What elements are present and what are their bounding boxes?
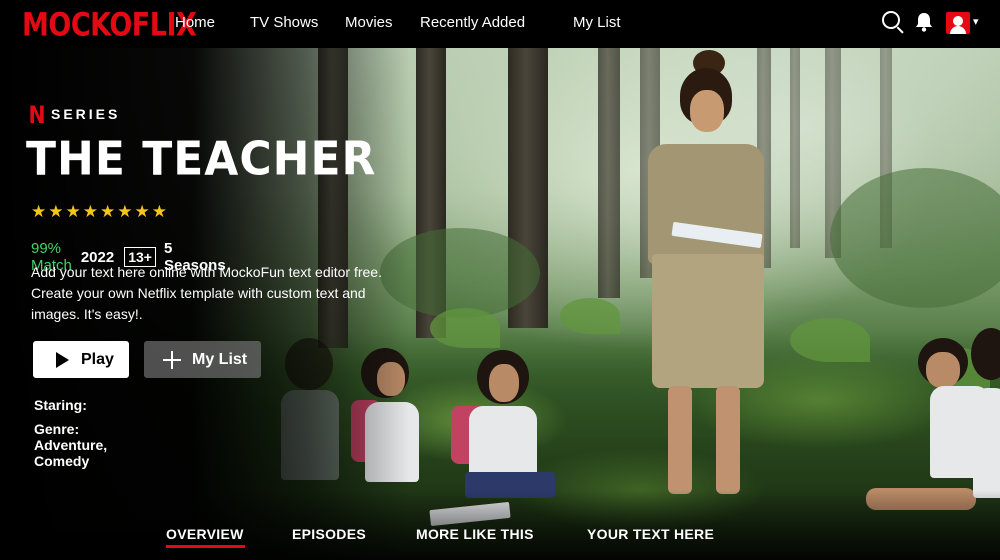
show-title: THE TEACHER — [26, 132, 377, 187]
star-icon: ★ — [100, 202, 116, 221]
nav-tv-shows[interactable]: TV Shows — [250, 14, 318, 31]
bell-icon[interactable] — [914, 11, 934, 33]
star-icon: ★ — [65, 202, 81, 221]
star-icon: ★ — [117, 202, 133, 221]
star-icon: ★ — [82, 202, 98, 221]
teacher-leg — [668, 386, 692, 494]
cast-label: Staring: — [34, 397, 87, 413]
star-icon: ★ — [134, 202, 150, 221]
nav-my-list[interactable]: My List — [573, 14, 621, 31]
star-icon: ★ — [48, 202, 64, 221]
play-button[interactable]: Play — [33, 341, 129, 378]
plus-icon — [163, 350, 181, 369]
genre-label: Genre: Adventure, Comedy — [34, 421, 108, 469]
star-icon: ★ — [151, 202, 167, 221]
teacher-leg — [716, 386, 740, 494]
detail-tabs: OVERVIEW EPISODES MORE LIKE THIS YOUR TE… — [0, 520, 1000, 560]
top-navigation: MOCKOFLIX Home TV Shows Movies Recently … — [0, 0, 1000, 48]
star-rating: ★ ★ ★ ★ ★ ★ ★ ★ — [31, 203, 167, 220]
fern — [790, 318, 870, 362]
tab-more-like-this[interactable]: MORE LIKE THIS — [416, 526, 534, 542]
tab-episodes[interactable]: EPISODES — [292, 526, 366, 542]
nav-home[interactable]: Home — [175, 14, 215, 31]
play-icon — [56, 351, 69, 368]
play-button-label: Play — [81, 350, 114, 368]
search-icon[interactable] — [882, 11, 904, 35]
chevron-down-icon[interactable]: ▾ — [973, 15, 979, 28]
my-list-button[interactable]: My List — [144, 341, 261, 378]
tab-your-text-here[interactable]: YOUR TEXT HERE — [587, 526, 714, 542]
tree-trunk — [790, 48, 800, 248]
nav-recently-added[interactable]: Recently Added — [420, 14, 525, 31]
teacher-face — [690, 90, 724, 132]
teacher-skirt — [652, 254, 764, 388]
tab-overview[interactable]: OVERVIEW — [166, 526, 244, 542]
my-list-button-label: My List — [192, 350, 248, 368]
series-label: SERIES — [51, 106, 121, 122]
show-description: Add your text here online with MockoFun … — [31, 264, 382, 322]
active-tab-indicator — [166, 545, 245, 548]
avatar[interactable] — [946, 12, 970, 34]
star-icon: ★ — [31, 202, 47, 221]
nav-movies[interactable]: Movies — [345, 14, 393, 31]
series-badge-logo: N — [28, 101, 46, 129]
site-logo[interactable]: MOCKOFLIX — [22, 7, 197, 44]
